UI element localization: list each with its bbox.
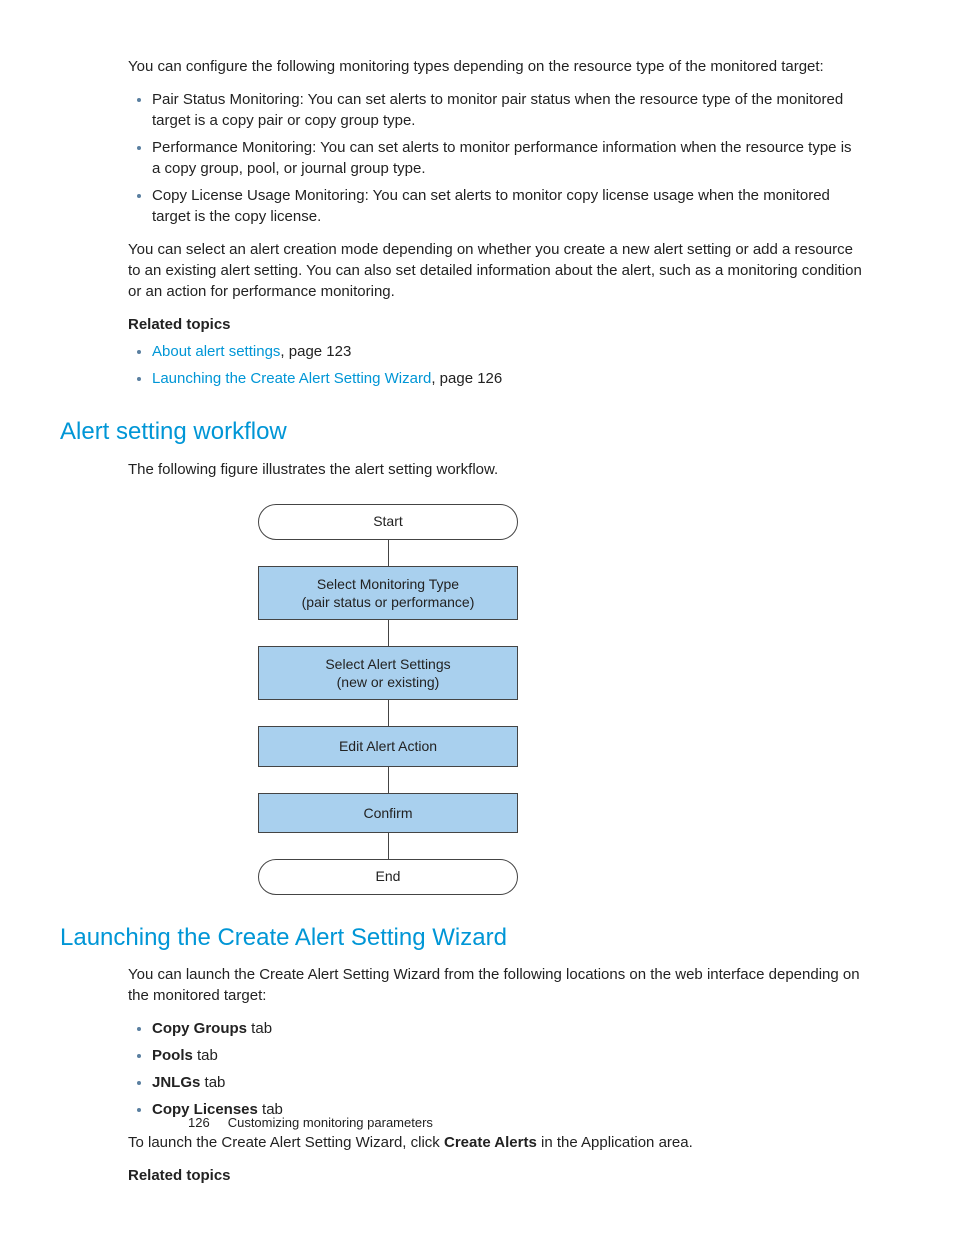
flowchart-connector <box>388 767 389 793</box>
page-ref: , page 123 <box>280 343 351 360</box>
tabs-list: Copy Groups tab Pools tab JNLGs tab Copy… <box>128 1018 864 1120</box>
flowchart-step-line: Select Monitoring Type <box>265 575 511 593</box>
launch-action-bold: Create Alerts <box>444 1134 537 1151</box>
related-topics-heading: Related topics <box>128 1165 864 1186</box>
related-topics-list: About alert settings, page 123 Launching… <box>128 341 864 389</box>
select-mode-paragraph: You can select an alert creation mode de… <box>128 239 864 302</box>
tab-name: Copy Groups <box>152 1020 247 1037</box>
flowchart-connector <box>388 833 389 859</box>
list-item: Copy Groups tab <box>152 1018 864 1039</box>
launch-action-pre: To launch the Create Alert Setting Wizar… <box>128 1134 444 1151</box>
tab-name: Pools <box>152 1047 193 1064</box>
workflow-flowchart: Start Select Monitoring Type (pair statu… <box>258 504 518 895</box>
tab-suffix: tab <box>247 1020 272 1037</box>
page-ref: , page 126 <box>431 370 502 387</box>
page-number: 126 <box>188 1115 210 1130</box>
related-topics-heading: Related topics <box>128 314 864 335</box>
link-about-alert-settings[interactable]: About alert settings <box>152 343 280 360</box>
workflow-intro: The following figure illustrates the ale… <box>128 459 864 480</box>
tab-name: JNLGs <box>152 1074 200 1091</box>
heading-launching-wizard: Launching the Create Alert Setting Wizar… <box>60 921 894 955</box>
flowchart-end: End <box>258 859 518 895</box>
flowchart-step-line: Select Alert Settings <box>265 655 511 673</box>
list-item: Launching the Create Alert Setting Wizar… <box>152 368 864 389</box>
list-item: JNLGs tab <box>152 1072 864 1093</box>
monitoring-types-list: Pair Status Monitoring: You can set aler… <box>128 89 864 227</box>
flowchart-step-line: (new or existing) <box>265 673 511 691</box>
footer-chapter: Customizing monitoring parameters <box>228 1115 433 1130</box>
link-launching-wizard[interactable]: Launching the Create Alert Setting Wizar… <box>152 370 431 387</box>
flowchart-step-edit-alert-action: Edit Alert Action <box>258 726 518 766</box>
tab-suffix: tab <box>193 1047 218 1064</box>
list-item: About alert settings, page 123 <box>152 341 864 362</box>
flowchart-start: Start <box>258 504 518 540</box>
flowchart-connector <box>388 700 389 726</box>
page-footer: 126 Customizing monitoring parameters <box>188 1114 433 1132</box>
list-item: Pair Status Monitoring: You can set aler… <box>152 89 864 131</box>
intro-paragraph: You can configure the following monitori… <box>128 56 864 77</box>
launch-intro: You can launch the Create Alert Setting … <box>128 964 864 1006</box>
heading-alert-setting-workflow: Alert setting workflow <box>60 415 894 449</box>
flowchart-connector <box>388 620 389 646</box>
launch-action-paragraph: To launch the Create Alert Setting Wizar… <box>128 1132 864 1153</box>
tab-suffix: tab <box>200 1074 225 1091</box>
flowchart-connector <box>388 540 389 566</box>
flowchart-step-select-alert-settings: Select Alert Settings (new or existing) <box>258 646 518 700</box>
list-item: Copy License Usage Monitoring: You can s… <box>152 185 864 227</box>
flowchart-step-line: (pair status or performance) <box>265 593 511 611</box>
launch-action-post: in the Application area. <box>537 1134 693 1151</box>
flowchart-step-confirm: Confirm <box>258 793 518 833</box>
list-item: Performance Monitoring: You can set aler… <box>152 137 864 179</box>
flowchart-step-select-monitoring-type: Select Monitoring Type (pair status or p… <box>258 566 518 620</box>
list-item: Pools tab <box>152 1045 864 1066</box>
